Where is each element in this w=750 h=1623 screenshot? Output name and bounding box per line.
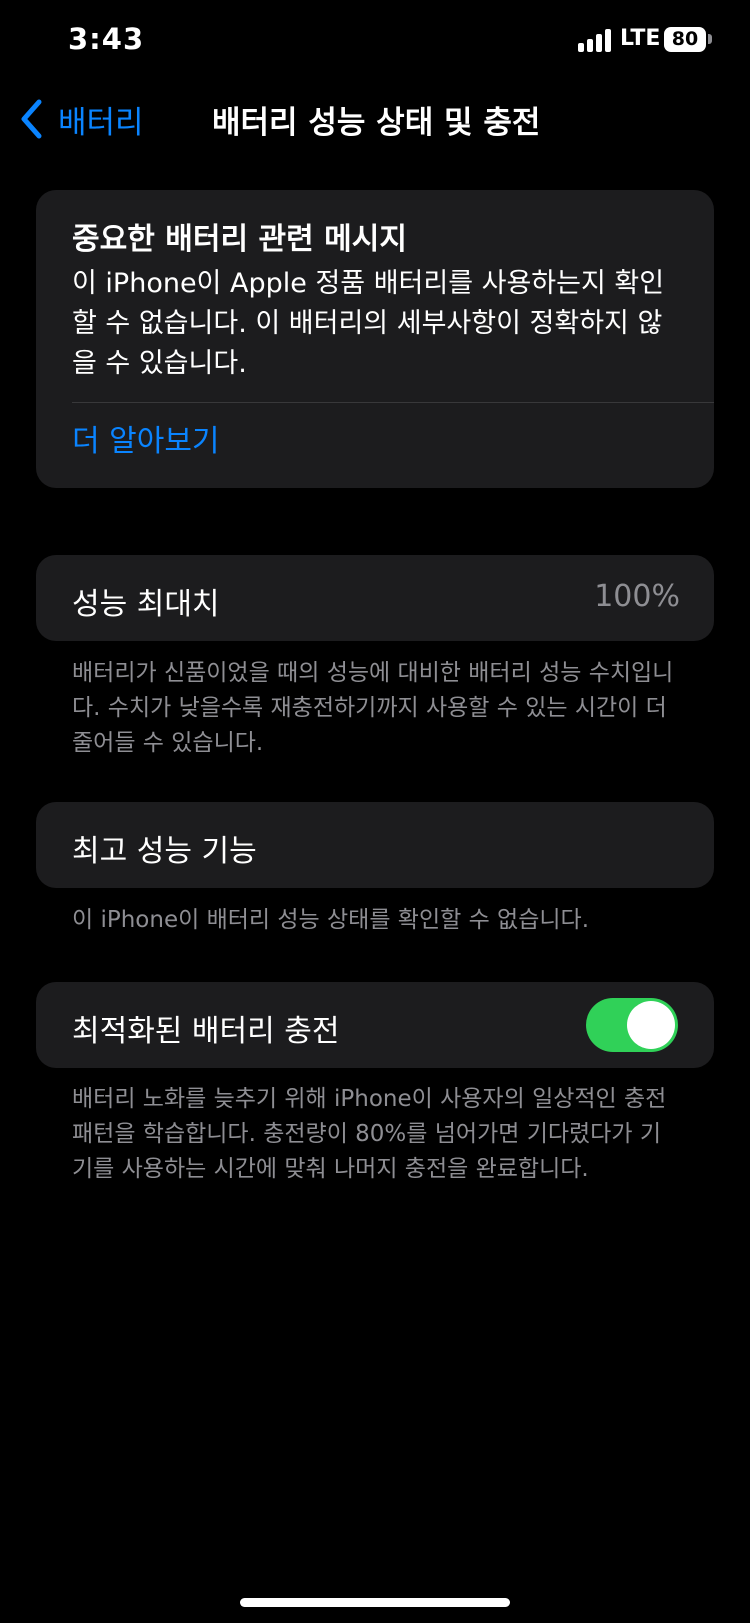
peak-performance-label: 최고 성능 기능 — [72, 834, 257, 869]
peak-performance-row: 최고 성능 기능 — [36, 802, 714, 888]
max-capacity-footnote: 배터리가 신품이었을 때의 성능에 대비한 배터리 성능 수치입니다. 수치가 … — [72, 660, 674, 756]
status-time: 3:43 — [68, 22, 145, 56]
learn-more-link[interactable]: 더 알아보기 — [72, 416, 220, 460]
optimized-charging-footnote: 배터리 노화를 늦추기 위해 iPhone이 사용자의 일상적인 충전 패턴을 … — [72, 1086, 667, 1182]
important-message-card: 중요한 배터리 관련 메시지 이 iPhone이 Apple 정품 배터리를 사… — [36, 190, 714, 488]
page-title: 배터리 성능 상태 및 충전 — [212, 105, 541, 141]
status-bar: 3:43 LTE 80 — [0, 0, 750, 80]
battery-level: 80 — [671, 28, 699, 50]
divider — [72, 402, 714, 403]
network-type: LTE — [620, 26, 661, 51]
important-message-body: 이 iPhone이 Apple 정품 배터리를 사용하는지 확인할 수 없습니다… — [72, 268, 665, 379]
max-capacity-label: 성능 최대치 — [72, 587, 220, 622]
home-indicator[interactable] — [240, 1598, 510, 1607]
optimized-charging-label: 최적화된 배터리 충전 — [72, 1014, 340, 1049]
important-message-title: 중요한 배터리 관련 메시지 — [72, 222, 407, 257]
optimized-charging-toggle[interactable] — [586, 998, 678, 1052]
chevron-left-icon — [21, 99, 42, 139]
toggle-knob — [627, 1001, 675, 1049]
battery-tip — [708, 34, 712, 44]
optimized-charging-row: 최적화된 배터리 충전 — [36, 982, 714, 1068]
cellular-signal-icon — [578, 28, 614, 52]
max-capacity-value: 100% — [594, 579, 680, 614]
battery-icon: 80 — [664, 27, 706, 52]
back-button-label: 배터리 — [58, 104, 144, 141]
max-capacity-row: 성능 최대치 100% — [36, 555, 714, 641]
back-button[interactable]: 배터리 — [20, 94, 144, 144]
peak-performance-footnote: 이 iPhone이 배터리 성능 상태를 확인할 수 없습니다. — [72, 907, 590, 933]
